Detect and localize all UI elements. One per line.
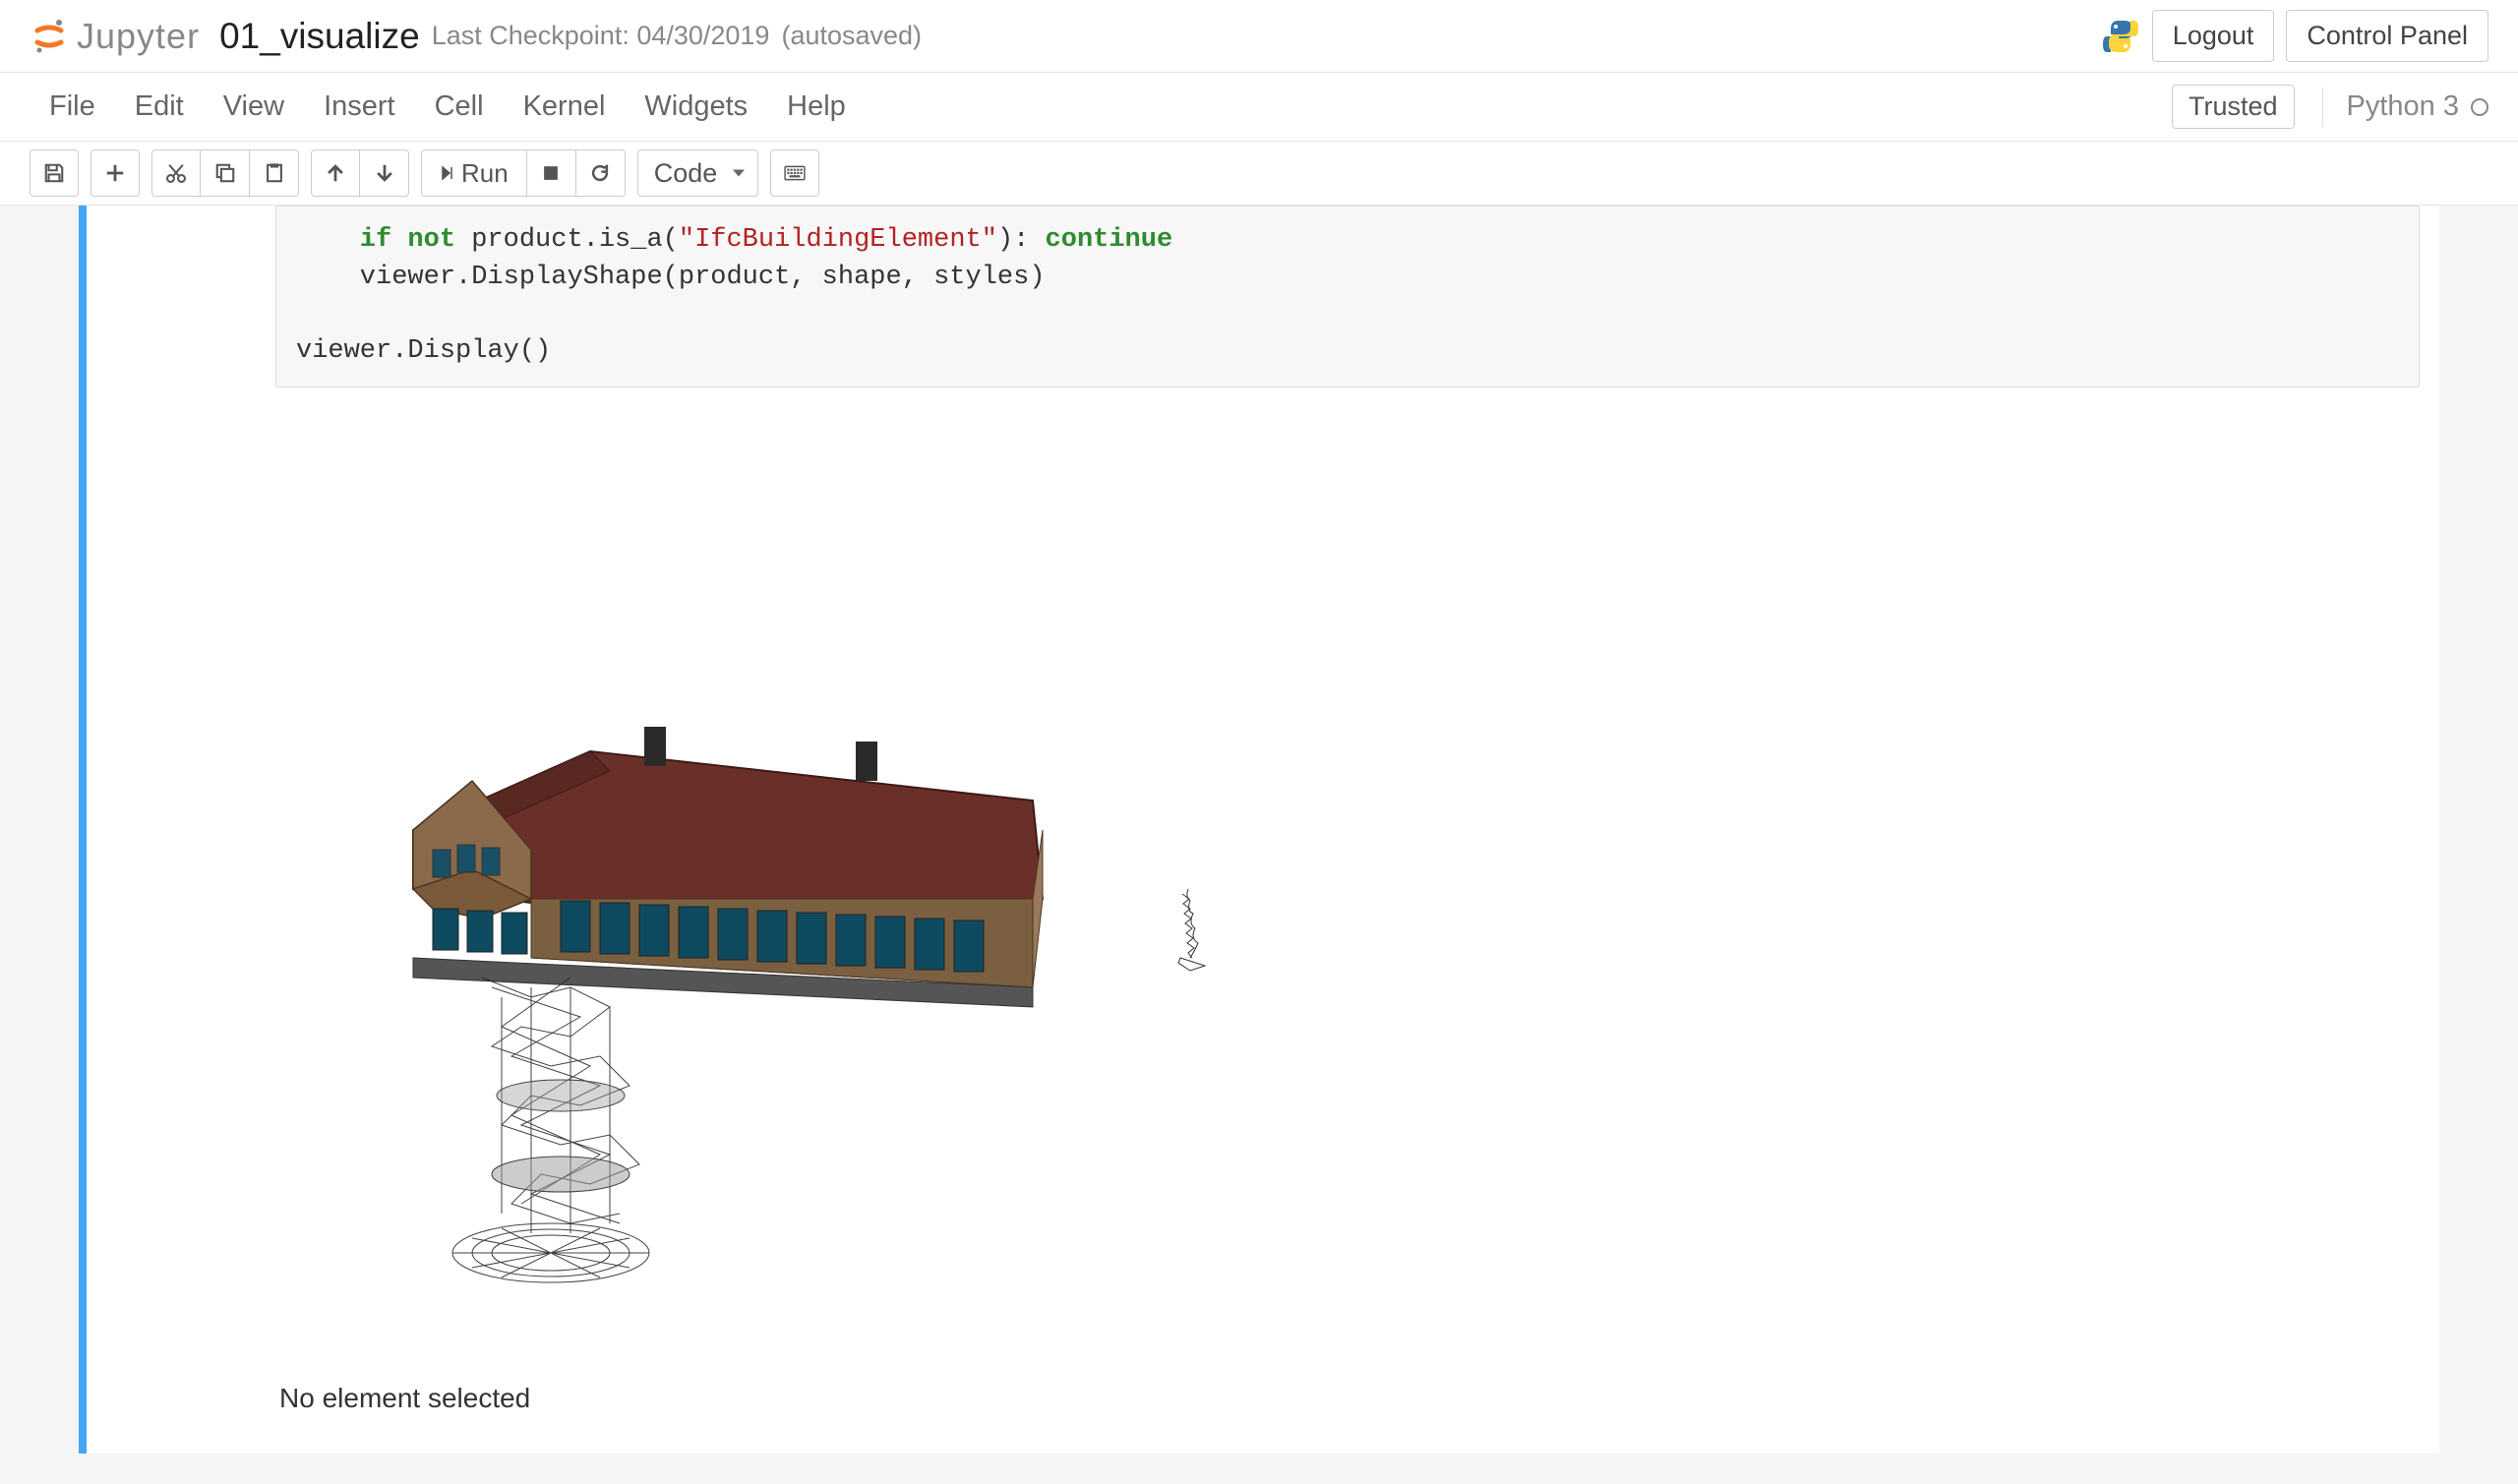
menu-widgets[interactable]: Widgets: [625, 79, 767, 135]
code-text-call: product.is_a(: [455, 225, 679, 255]
menubar-right: Trusted Python 3: [2172, 85, 2488, 129]
notebook-area: if not product.is_a("IfcBuildingElement"…: [0, 206, 2518, 1484]
copy-button[interactable]: [201, 149, 250, 197]
run-button[interactable]: Run: [421, 149, 527, 197]
stop-icon: [540, 162, 562, 184]
run-label: Run: [461, 158, 509, 189]
arrow-up-icon: [325, 162, 346, 184]
menu-insert[interactable]: Insert: [304, 79, 415, 135]
trusted-indicator[interactable]: Trusted: [2172, 85, 2295, 129]
menubar: File Edit View Insert Cell Kernel Widget…: [0, 73, 2518, 142]
code-cell[interactable]: if not product.is_a("IfcBuildingElement"…: [79, 206, 2439, 1454]
menu-kernel[interactable]: Kernel: [504, 79, 626, 135]
code-kw-ifnot: if not: [296, 225, 455, 255]
3d-model-rendering: [275, 407, 1407, 1371]
keyboard-icon: [784, 162, 806, 184]
cut-button[interactable]: [151, 149, 201, 197]
code-str: "IfcBuildingElement": [679, 225, 997, 255]
clipboard-icon: [264, 162, 285, 184]
kernel-name-text: Python 3: [2347, 90, 2459, 123]
cell-type-select[interactable]: Code: [637, 149, 758, 197]
logout-button[interactable]: Logout: [2152, 10, 2275, 62]
cell-type-select-wrap: Code: [637, 149, 758, 197]
python-icon: [2101, 17, 2140, 56]
kernel-idle-icon: [2471, 98, 2488, 116]
cell-content: if not product.is_a("IfcBuildingElement"…: [275, 206, 2439, 1454]
header-right: Logout Control Panel: [2101, 10, 2488, 62]
control-panel-button[interactable]: Control Panel: [2286, 10, 2488, 62]
move-up-button[interactable]: [311, 149, 360, 197]
plus-icon: [104, 162, 126, 184]
code-line-4: viewer.Display(): [296, 336, 551, 366]
move-down-button[interactable]: [360, 149, 409, 197]
play-step-icon: [440, 162, 455, 184]
output-area: No element selected: [275, 387, 2420, 1434]
viewer-status-text: No element selected: [279, 1383, 2420, 1414]
paste-button[interactable]: [250, 149, 299, 197]
code-line-2: viewer.DisplayShape(product, shape, styl…: [296, 263, 1046, 292]
cell-prompt: [79, 206, 275, 1454]
notebook-title[interactable]: 01_visualize: [219, 16, 420, 57]
code-text-post: ):: [997, 225, 1046, 255]
add-cell-button[interactable]: [90, 149, 140, 197]
jupyter-logo[interactable]: Jupyter: [30, 16, 200, 57]
notebook-container: if not product.is_a("IfcBuildingElement"…: [79, 206, 2439, 1454]
wireframe-geometry: [452, 978, 649, 1282]
code-input[interactable]: if not product.is_a("IfcBuildingElement"…: [275, 206, 2420, 387]
jupyter-icon: [30, 17, 69, 56]
menu-help[interactable]: Help: [767, 79, 866, 135]
3d-viewer-canvas[interactable]: [275, 407, 1407, 1371]
menu-edit[interactable]: Edit: [115, 79, 204, 135]
checkpoint-text: Last Checkpoint: 04/30/2019: [432, 21, 770, 51]
refresh-icon: [589, 162, 611, 184]
stop-button[interactable]: [527, 149, 576, 197]
menu-view[interactable]: View: [204, 79, 304, 135]
save-icon: [43, 162, 65, 184]
header: Jupyter 01_visualize Last Checkpoint: 04…: [0, 0, 2518, 73]
scissors-icon: [165, 162, 187, 184]
menu-file[interactable]: File: [30, 79, 115, 135]
menu-cell[interactable]: Cell: [415, 79, 504, 135]
jupyter-logo-text: Jupyter: [77, 16, 200, 57]
arrow-down-icon: [374, 162, 395, 184]
autosave-text: (autosaved): [781, 21, 922, 51]
restart-button[interactable]: [576, 149, 626, 197]
toolbar: Run Code: [0, 142, 2518, 206]
wireframe-lamp: [1178, 889, 1205, 971]
save-button[interactable]: [30, 149, 79, 197]
copy-icon: [214, 162, 236, 184]
code-kw-continue: continue: [1046, 225, 1173, 255]
kernel-name: Python 3: [2322, 88, 2488, 127]
command-palette-button[interactable]: [770, 149, 819, 197]
